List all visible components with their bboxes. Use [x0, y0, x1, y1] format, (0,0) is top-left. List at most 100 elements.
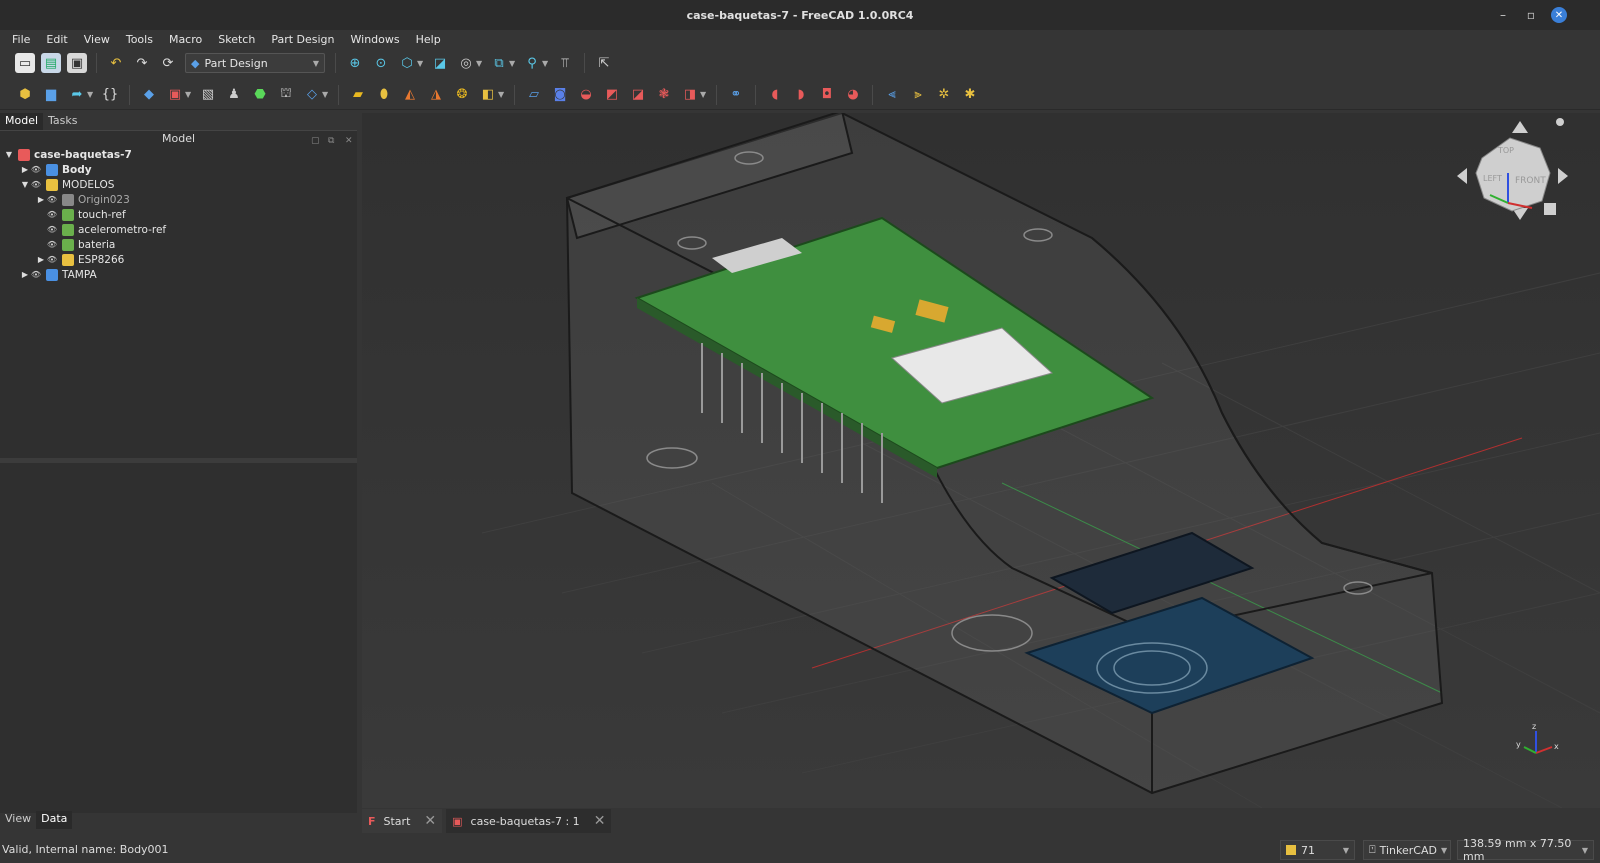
groove-icon[interactable]: ◒ [576, 85, 596, 105]
bounding-box-icon[interactable]: ◪ [430, 53, 450, 73]
pad-icon[interactable]: ▰ [348, 85, 368, 105]
view-box-icon[interactable]: ⧉ [489, 53, 509, 73]
menu-edit[interactable]: Edit [42, 33, 71, 46]
collapse-arrow-icon[interactable]: ▶ [20, 165, 30, 174]
datum-plane-icon[interactable]: ◇ [302, 85, 322, 105]
visibility-eye-icon[interactable]: 👁︎ [30, 270, 42, 279]
draft-icon[interactable]: ◘ [817, 85, 837, 105]
tree-item[interactable]: 👁︎ bateria [0, 237, 357, 252]
visibility-eye-icon[interactable]: 👁︎ [46, 240, 58, 249]
revolution-icon[interactable]: ⬮ [374, 85, 394, 105]
whats-this-icon[interactable]: ⇱ [594, 53, 614, 73]
refresh-icon[interactable]: ⟳ [158, 53, 178, 73]
open-file-icon[interactable]: ▤ [41, 53, 61, 73]
create-variable-set-icon[interactable]: {} [100, 85, 120, 105]
tree-item[interactable]: ▶ 👁︎ ESP8266 [0, 252, 357, 267]
workbench-selector[interactable]: ◆ Part Design ▼ [185, 53, 325, 73]
shape-binder-icon[interactable]: ⬣ [250, 85, 270, 105]
notifications-button[interactable]: 71 ▼ [1280, 840, 1355, 860]
additive-helix-icon[interactable]: ❂ [452, 85, 472, 105]
save-icon[interactable]: ▣ [67, 53, 87, 73]
tree-item[interactable]: ▼ case-baquetas-7 [0, 147, 357, 162]
boolean-icon[interactable]: ⚭ [726, 85, 746, 105]
chamfer-icon[interactable]: ◗ [791, 85, 811, 105]
create-part-icon[interactable]: ⬢ [15, 85, 35, 105]
subtractive-pipe-icon[interactable]: ◪ [628, 85, 648, 105]
doc-tab-start[interactable]: F Start ✕ [362, 809, 443, 833]
linear-pattern-icon[interactable]: ⫸ [908, 85, 928, 105]
tree-item[interactable]: ▶ 👁︎ Origin023 [0, 192, 357, 207]
nav-arrow-right-icon[interactable] [1558, 168, 1568, 184]
visibility-eye-icon[interactable]: 👁︎ [46, 255, 58, 264]
visibility-eye-icon[interactable]: 👁︎ [30, 165, 42, 174]
multi-transform-icon[interactable]: ✱ [960, 85, 980, 105]
close-tab-icon[interactable]: ✕ [594, 813, 606, 829]
subtractive-primitive-icon[interactable]: ◨ [680, 85, 700, 105]
menu-macro[interactable]: Macro [165, 33, 206, 46]
std-views-icon[interactable]: ◎ [456, 53, 476, 73]
thickness-icon[interactable]: ◕ [843, 85, 863, 105]
tab-view[interactable]: View [0, 811, 36, 829]
visibility-eye-icon[interactable]: 👁︎ [30, 180, 42, 189]
additive-loft-icon[interactable]: ◭ [400, 85, 420, 105]
tree-item[interactable]: ▶ 👁︎ Body [0, 162, 357, 177]
draw-style-icon[interactable]: ⬡ [397, 53, 417, 73]
navigation-cube[interactable]: TOP FRONT LEFT [1457, 118, 1568, 220]
subtractive-helix-icon[interactable]: ❃ [654, 85, 674, 105]
tab-tasks[interactable]: Tasks [43, 113, 82, 130]
restore-icon[interactable]: ▫ [1522, 6, 1540, 24]
fillet-icon[interactable]: ◖ [765, 85, 785, 105]
chevron-down-icon[interactable]: ▼ [476, 59, 484, 68]
tree-item[interactable]: ▼ 👁︎ MODELOS [0, 177, 357, 192]
new-file-icon[interactable]: ▭ [15, 53, 35, 73]
tree-item[interactable]: ▶ 👁︎ TAMPA [0, 267, 357, 282]
create-link-icon[interactable]: ➦ [67, 85, 87, 105]
additive-pipe-icon[interactable]: ◮ [426, 85, 446, 105]
nav-arrow-left-icon[interactable] [1457, 168, 1467, 184]
additive-primitive-icon[interactable]: ◧ [478, 85, 498, 105]
visibility-eye-icon[interactable]: 👁︎ [46, 210, 58, 219]
chevron-down-icon[interactable]: ▼ [185, 90, 193, 99]
mirrored-icon[interactable]: ⫷ [882, 85, 902, 105]
collapse-arrow-icon[interactable]: ▶ [36, 195, 46, 204]
menu-windows[interactable]: Windows [347, 33, 404, 46]
tab-data[interactable]: Data [36, 811, 73, 829]
redo-icon[interactable]: ↷ [132, 53, 152, 73]
menu-part-design[interactable]: Part Design [267, 33, 338, 46]
polar-pattern-icon[interactable]: ✲ [934, 85, 954, 105]
link-icon[interactable]: ⫪ [555, 53, 575, 73]
chevron-down-icon[interactable]: ▼ [498, 90, 506, 99]
collapse-arrow-icon[interactable]: ▶ [36, 255, 46, 264]
chevron-down-icon[interactable]: ▼ [542, 59, 550, 68]
chevron-down-icon[interactable]: ▼ [700, 90, 708, 99]
clone-icon[interactable]: ♟ [224, 85, 244, 105]
chevron-down-icon[interactable]: ▼ [322, 90, 330, 99]
doc-tab-case-baquetas[interactable]: ▣ case-baquetas-7 : 1 ✕ [446, 809, 612, 833]
undo-icon[interactable]: ↶ [106, 53, 126, 73]
subshape-binder-icon[interactable]: ⛫ [276, 85, 296, 105]
expand-arrow-icon[interactable]: ▼ [4, 150, 14, 159]
close-window-icon[interactable]: ✕ [1551, 7, 1567, 23]
visibility-eye-icon[interactable]: 👁︎ [46, 225, 58, 234]
subtractive-loft-icon[interactable]: ◩ [602, 85, 622, 105]
chevron-down-icon[interactable]: ▼ [509, 59, 517, 68]
navigation-style-selector[interactable]: ⍞ TinkerCAD ▼ [1363, 840, 1451, 860]
navcube-view-menu-icon[interactable] [1544, 203, 1556, 215]
menu-sketch[interactable]: Sketch [214, 33, 259, 46]
visibility-eye-icon[interactable]: 👁︎ [46, 195, 58, 204]
tree-item[interactable]: 👁︎ acelerometro-ref [0, 222, 357, 237]
close-tab-icon[interactable]: ✕ [424, 813, 436, 829]
collapse-arrow-icon[interactable]: ▶ [20, 270, 30, 279]
dimension-display[interactable]: 138.59 mm x 77.50 mm ▼ [1457, 837, 1594, 863]
menu-file[interactable]: File [8, 33, 34, 46]
tab-model[interactable]: Model [0, 113, 44, 130]
menu-tools[interactable]: Tools [122, 33, 157, 46]
create-body-icon[interactable]: ◆ [139, 85, 159, 105]
menu-view[interactable]: View [80, 33, 114, 46]
expand-arrow-icon[interactable]: ▼ [20, 180, 30, 189]
create-sketch-icon[interactable]: ▣ [165, 85, 185, 105]
3d-viewport[interactable]: TOP FRONT LEFT x y z [362, 113, 1600, 808]
tree-item[interactable]: 👁︎ touch-ref [0, 207, 357, 222]
nav-arrow-up-icon[interactable] [1512, 121, 1528, 133]
chevron-down-icon[interactable]: ▼ [87, 90, 95, 99]
